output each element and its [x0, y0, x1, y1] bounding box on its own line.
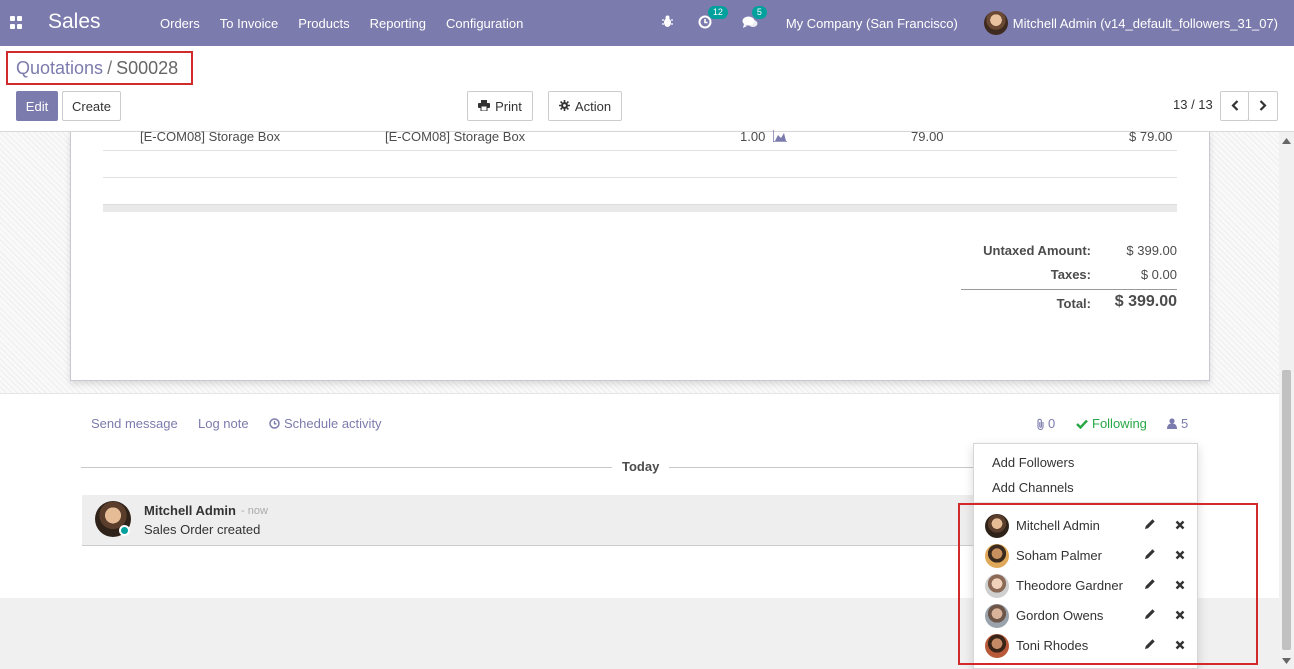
- line-description[interactable]: [E-COM08] Storage Box: [385, 129, 525, 144]
- paperclip-icon: [1037, 418, 1044, 430]
- date-separator-label: Today: [612, 459, 670, 474]
- edit-button[interactable]: Edit: [16, 91, 58, 121]
- debug-bug-icon[interactable]: [661, 15, 674, 31]
- menu-products[interactable]: Products: [288, 16, 359, 31]
- form-sheet: [E-COM08] Storage Box [E-COM08] Storage …: [70, 129, 1210, 381]
- line-divider: [103, 177, 1177, 178]
- print-button[interactable]: Print: [467, 91, 533, 121]
- untaxed-amount-value: $ 399.00: [1126, 243, 1177, 258]
- app-title[interactable]: Sales: [48, 10, 101, 34]
- add-channels-item[interactable]: Add Channels: [992, 480, 1074, 495]
- check-icon: [1076, 419, 1088, 429]
- user-menu[interactable]: Mitchell Admin (v14_default_followers_31…: [983, 11, 1278, 35]
- line-quantity[interactable]: 1.00: [740, 129, 765, 144]
- pager-previous-button[interactable]: [1220, 91, 1249, 121]
- menu-orders[interactable]: Orders: [150, 16, 210, 31]
- online-status-icon: [119, 525, 130, 536]
- chatter-message: Mitchell Admin - now Sales Order created: [82, 495, 1102, 546]
- print-icon: [478, 99, 491, 114]
- table-footer: [103, 204, 1177, 212]
- action-button[interactable]: Action: [548, 91, 622, 121]
- schedule-activity-link[interactable]: Schedule activity: [269, 416, 382, 431]
- line-subtotal: $ 79.00: [1129, 129, 1173, 144]
- breadcrumb-separator: /: [107, 58, 113, 78]
- pager-next-button[interactable]: [1248, 91, 1278, 121]
- chevron-left-icon: [1230, 99, 1239, 114]
- message-author[interactable]: Mitchell Admin: [144, 503, 236, 518]
- apps-menu-icon[interactable]: [10, 16, 23, 29]
- menu-to-invoice[interactable]: To Invoice: [210, 16, 289, 31]
- date-separator-line: [81, 467, 981, 468]
- line-divider: [103, 150, 1177, 151]
- message-time: - now: [241, 505, 268, 517]
- following-label: Following: [1092, 416, 1147, 431]
- log-note-link[interactable]: Log note: [198, 416, 249, 431]
- send-message-link[interactable]: Send message: [91, 416, 178, 431]
- breadcrumb: Quotations / S00028: [6, 51, 193, 85]
- followers-button[interactable]: 5: [1167, 416, 1188, 431]
- message-badge: 5: [751, 5, 767, 19]
- user-avatar: [983, 11, 1008, 35]
- add-followers-item[interactable]: Add Followers: [992, 455, 1074, 470]
- attachments-button[interactable]: 0: [1036, 416, 1055, 431]
- systray: 12 5 My Company (San Francisco) Mitchell…: [661, 0, 1294, 46]
- menu-configuration[interactable]: Configuration: [436, 16, 533, 31]
- breadcrumb-current: S00028: [116, 58, 179, 78]
- line-unit-price[interactable]: 79.00: [911, 129, 944, 144]
- taxes-value: $ 0.00: [1140, 267, 1177, 282]
- followers-count: 5: [1181, 416, 1189, 431]
- activity-clock-icon[interactable]: 12: [698, 5, 728, 32]
- activity-badge: 12: [707, 5, 728, 19]
- line-product[interactable]: [E-COM08] Storage Box: [140, 129, 280, 144]
- print-label: Print: [495, 98, 522, 114]
- followers-highlight-box: [958, 503, 1258, 665]
- total-value: $ 399.00: [1114, 293, 1177, 310]
- scroll-up-arrow-icon[interactable]: [1282, 138, 1291, 144]
- schedule-activity-label: Schedule activity: [284, 416, 382, 431]
- menu-reporting[interactable]: Reporting: [360, 16, 436, 31]
- main-menu: Orders To Invoice Products Reporting Con…: [150, 0, 533, 46]
- clock-icon: [269, 418, 280, 429]
- scroll-down-arrow-icon[interactable]: [1282, 658, 1291, 664]
- breadcrumb-quotations[interactable]: Quotations: [16, 58, 103, 78]
- following-button[interactable]: Following: [1076, 416, 1147, 431]
- scrollbar-thumb[interactable]: [1282, 370, 1291, 650]
- user-icon: [1167, 418, 1177, 429]
- message-body: Sales Order created: [144, 522, 261, 537]
- control-panel: Quotations / S00028 Edit Create Print Acti…: [0, 46, 1294, 132]
- messaging-chat-icon[interactable]: 5: [742, 5, 767, 32]
- totals-divider: [961, 289, 1177, 290]
- forecast-chart-icon[interactable]: [772, 130, 787, 145]
- action-label: Action: [574, 98, 612, 114]
- company-switcher[interactable]: My Company (San Francisco): [786, 16, 958, 31]
- pager-value: 13 / 13: [1173, 97, 1213, 112]
- top-navbar: Sales Orders To Invoice Products Reporti…: [0, 0, 1294, 46]
- attachments-count: 0: [1048, 416, 1056, 431]
- user-name: Mitchell Admin (v14_default_followers_31…: [1012, 15, 1278, 31]
- create-button[interactable]: Create: [62, 91, 121, 121]
- gear-icon: [558, 99, 570, 114]
- chevron-right-icon: [1259, 99, 1267, 114]
